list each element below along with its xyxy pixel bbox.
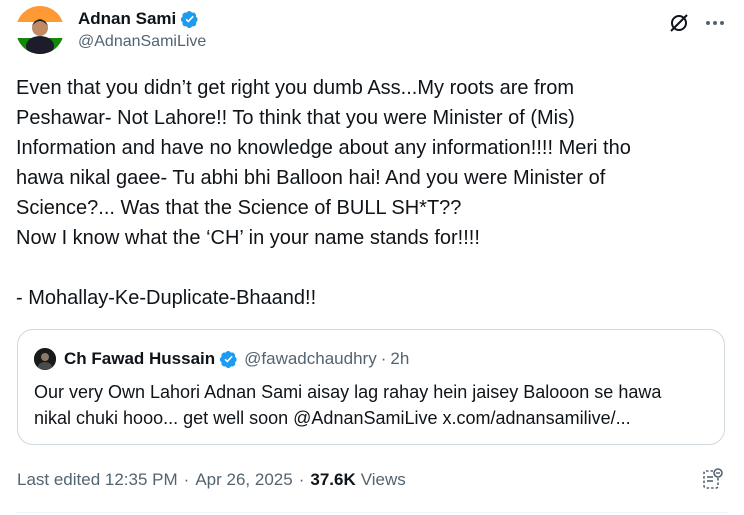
quote-handle[interactable]: @fawadchaudhry	[244, 349, 377, 369]
verified-badge-icon	[181, 10, 198, 28]
quote-avatar[interactable]	[34, 348, 56, 370]
divider	[16, 512, 728, 513]
verified-badge-icon	[220, 350, 237, 368]
tweet-line: Science?... Was that the Science of BULL…	[16, 197, 462, 219]
quoted-tweet[interactable]: Ch Fawad Hussain @fawadchaudhry · 2h Our…	[17, 329, 725, 445]
edited-label[interactable]: Last edited 12:35 PM	[17, 470, 178, 490]
author-display-name[interactable]: Adnan Sami	[78, 9, 176, 29]
meta-separator: ·	[298, 470, 305, 489]
tweet-line: Now I know what the ‘CH’ in your name st…	[16, 227, 480, 249]
tweet-line: - Mohallay-Ke-Duplicate-Bhaand!!	[16, 287, 317, 309]
tweet-meta: Last edited 12:35 PM · Apr 26, 2025 · 37…	[17, 468, 406, 492]
tweet-text: Even that you didn’t get right you dumb …	[16, 73, 728, 313]
quote-timestamp[interactable]: 2h	[390, 349, 409, 369]
author-handle[interactable]: @AdnanSamiLive	[78, 33, 206, 51]
tweet-line: Information and have no knowledge about …	[16, 137, 631, 159]
tweet-header: Adnan Sami @AdnanSamiLive	[16, 6, 728, 54]
views-label[interactable]: Views	[361, 470, 406, 490]
quote-text: Our very Own Lahori Adnan Sami aisay lag…	[34, 379, 714, 431]
quote-line: Our very Own Lahori Adnan Sami aisay lag…	[34, 382, 662, 402]
quote-display-name[interactable]: Ch Fawad Hussain	[64, 349, 215, 369]
tweet-line: Even that you didn’t get right you dumb …	[16, 77, 575, 99]
grok-icon[interactable]	[668, 12, 690, 34]
avatar[interactable]	[16, 6, 64, 54]
quote-line: nikal chuki hooo... get well soon @Adnan…	[34, 408, 631, 428]
tweet-line: Peshawar- Not Lahore!! To think that you…	[16, 107, 575, 129]
quote-separator: ·	[380, 349, 387, 368]
meta-separator: ·	[183, 470, 190, 489]
tweet-line	[16, 253, 728, 283]
views-count[interactable]: 37.6K	[310, 470, 355, 490]
tweet-line: hawa nikal gaee- Tu abhi bhi Balloon hai…	[16, 167, 606, 189]
more-icon[interactable]	[704, 12, 726, 34]
tweet-date[interactable]: Apr 26, 2025	[195, 470, 292, 490]
edit-history-icon[interactable]	[700, 467, 724, 491]
